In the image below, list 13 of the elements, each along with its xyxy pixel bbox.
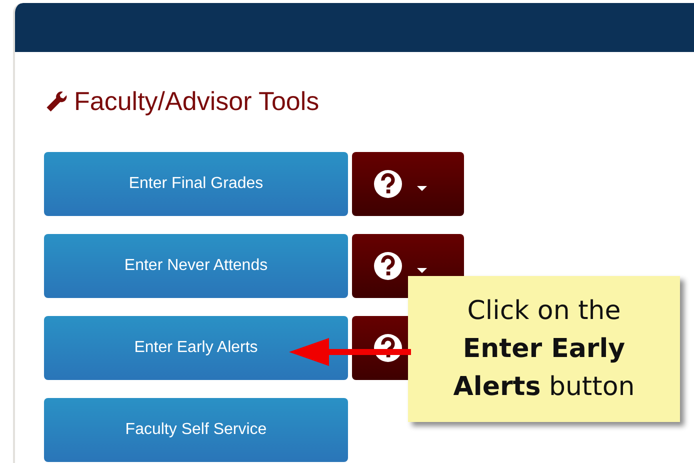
callout-text: Click on the Enter Early Alerts button: [452, 295, 636, 404]
caret-icon: [417, 186, 427, 192]
tool-button[interactable]: Faculty Self Service: [44, 398, 348, 462]
tool-button[interactable]: Enter Final Grades: [44, 152, 348, 216]
panel-title: Faculty/Advisor Tools: [74, 86, 320, 116]
help-icon: [373, 251, 403, 281]
wrench-icon: [44, 89, 68, 113]
tool-button[interactable]: Enter Never Attends: [44, 234, 348, 298]
help-icon: [373, 169, 403, 199]
help-dropdown-button[interactable]: [352, 152, 464, 216]
tool-button[interactable]: Enter Early Alerts: [44, 316, 348, 380]
caret-icon: [417, 268, 427, 274]
help-icon: [373, 333, 403, 363]
